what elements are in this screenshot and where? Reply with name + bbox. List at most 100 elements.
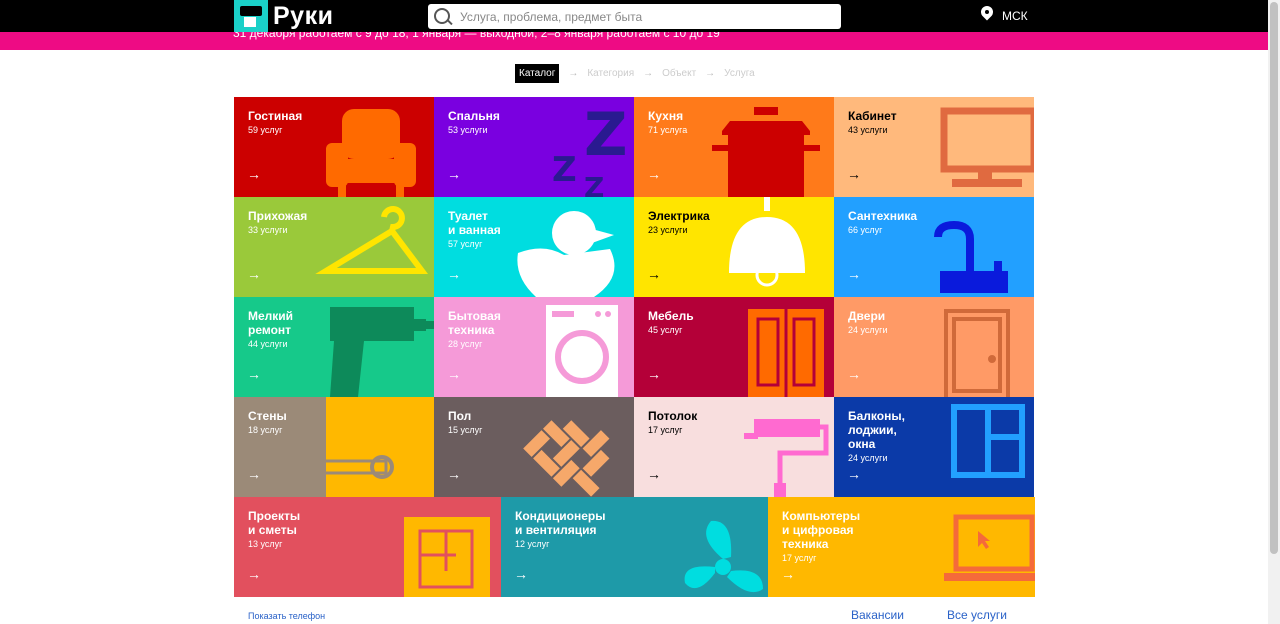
- category-count: 43 услуги: [848, 125, 888, 135]
- category-count: 23 услуги: [648, 225, 688, 235]
- category-tile[interactable]: Двери 24 услуги →: [834, 297, 1034, 397]
- logo-mark-icon: [234, 0, 268, 32]
- category-title: Кондиционеры и вентиляция 12 услуг: [515, 509, 606, 549]
- category-title: Прихожая 33 услуги: [248, 209, 338, 237]
- arrow-right-icon: →: [847, 366, 861, 382]
- arrow-right-icon: →: [247, 166, 261, 182]
- category-tile[interactable]: Компьютеры и цифровая техника 17 услуг →: [768, 497, 1035, 597]
- category-count: 66 услуг: [848, 225, 883, 235]
- arrow-right-icon: →: [514, 566, 528, 582]
- location-pin-icon: [980, 6, 994, 26]
- category-title: Двери 24 услуги: [848, 309, 938, 337]
- arrow-right-icon: →: [247, 566, 261, 582]
- category-grid: Гостиная 59 услуг → Z Z Z Спальня 53 услуги → Кух…: [234, 97, 1035, 597]
- category-count: 24 услуги: [848, 325, 888, 335]
- arrow-right-icon: →: [447, 366, 461, 382]
- category-tile[interactable]: Кондиционеры и вентиляция 12 услуг →: [501, 497, 768, 597]
- category-tile[interactable]: Кухня 71 услуга →: [634, 97, 834, 197]
- svg-text:Z: Z: [552, 150, 577, 190]
- notice-bar: 31 декабря работаем с 9 до 18, 1 января …: [0, 32, 1268, 50]
- logo[interactable]: Руки: [234, 0, 333, 32]
- category-title: Мебель 45 услуг: [648, 309, 738, 337]
- category-title: Сантехника 66 услуг: [848, 209, 938, 237]
- category-tile[interactable]: Электрика 23 услуги →: [634, 197, 834, 297]
- breadcrumb-category: Категория: [587, 68, 635, 79]
- arrow-right-icon: →: [847, 166, 861, 182]
- category-count: 18 услуг: [248, 425, 283, 435]
- category-count: 17 услуг: [648, 425, 683, 435]
- category-tile[interactable]: Гостиная 59 услуг →: [234, 97, 434, 197]
- category-title: Пол 15 услуг: [448, 409, 538, 437]
- arrow-right-icon: →: [247, 266, 261, 282]
- arrow-right-icon: →: [647, 366, 661, 382]
- category-tile[interactable]: Потолок 17 услуг →: [634, 397, 834, 497]
- breadcrumb-arrow-icon: →: [643, 68, 654, 79]
- category-title: Балконы, лоджии, окна 24 услуги: [848, 409, 938, 465]
- category-count: 24 услуги: [848, 453, 888, 463]
- arrow-right-icon: →: [847, 466, 861, 482]
- category-count: 59 услуг: [248, 125, 283, 135]
- arrow-right-icon: →: [447, 166, 461, 182]
- category-title: Кухня 71 услуга: [648, 109, 738, 137]
- arrow-right-icon: →: [781, 566, 795, 582]
- category-tile[interactable]: Пол 15 услуг →: [434, 397, 634, 497]
- breadcrumb-arrow-icon: →: [705, 68, 716, 79]
- category-count: 15 услуг: [448, 425, 483, 435]
- city-label: МСК: [1002, 9, 1028, 23]
- category-tile[interactable]: Туалет и ванная 57 услуг →: [434, 197, 634, 297]
- category-tile[interactable]: Кабинет 43 услуги →: [834, 97, 1034, 197]
- category-count: 13 услуг: [248, 539, 283, 549]
- category-tile[interactable]: Мебель 45 услуг →: [634, 297, 834, 397]
- city-selector[interactable]: МСК: [980, 6, 1028, 26]
- category-title: Кабинет 43 услуги: [848, 109, 938, 137]
- vacancies-link[interactable]: Вакансии: [851, 608, 904, 622]
- search-input[interactable]: [460, 9, 840, 24]
- category-title: Спальня 53 услуги: [448, 109, 538, 137]
- show-phone-link[interactable]: Показать телефон: [248, 611, 325, 621]
- logo-text: Руки: [273, 1, 334, 30]
- scrollbar-thumb[interactable]: [1270, 2, 1278, 554]
- category-count: 57 услуг: [448, 239, 483, 249]
- scrollbar[interactable]: [1268, 0, 1280, 624]
- category-title: Мелкий ремонт 44 услуги: [248, 309, 338, 351]
- category-title: Потолок 17 услуг: [648, 409, 738, 437]
- category-tile[interactable]: Проекты и сметы 13 услуг →: [234, 497, 501, 597]
- arrow-right-icon: →: [247, 366, 261, 382]
- category-count: 44 услуги: [248, 339, 288, 349]
- category-tile[interactable]: Прихожая 33 услуги →: [234, 197, 434, 297]
- all-services-link[interactable]: Все услуги: [947, 608, 1007, 622]
- breadcrumb: Каталог → Категория → Объект → Услуга: [515, 64, 755, 83]
- category-count: 45 услуг: [648, 325, 683, 335]
- holiday-notice: 31 декабря работаем с 9 до 18, 1 января …: [233, 32, 720, 40]
- arrow-right-icon: →: [247, 466, 261, 482]
- arrow-right-icon: →: [647, 466, 661, 482]
- search-box: [428, 4, 841, 29]
- svg-text:Z: Z: [584, 100, 628, 170]
- breadcrumb-catalog[interactable]: Каталог: [515, 64, 560, 83]
- arrow-right-icon: →: [647, 166, 661, 182]
- category-count: 33 услуги: [248, 225, 288, 235]
- arrow-right-icon: →: [647, 266, 661, 282]
- category-tile[interactable]: Z Z Z Спальня 53 услуги →: [434, 97, 634, 197]
- category-title: Проекты и сметы 13 услуг: [248, 509, 338, 551]
- category-title: Гостиная 59 услуг: [248, 109, 338, 137]
- breadcrumb-object: Объект: [662, 68, 697, 79]
- breadcrumb-arrow-icon: →: [568, 68, 579, 79]
- category-count: 12 услуг: [515, 539, 550, 549]
- category-tile[interactable]: Балконы, лоджии, окна 24 услуги →: [834, 397, 1034, 497]
- category-tile[interactable]: Мелкий ремонт 44 услуги →: [234, 297, 434, 397]
- category-count: 53 услуги: [448, 125, 488, 135]
- arrow-right-icon: →: [447, 466, 461, 482]
- category-tile[interactable]: Сантехника 66 услуг →: [834, 197, 1034, 297]
- arrow-right-icon: →: [847, 266, 861, 282]
- category-title: Туалет и ванная 57 услуг: [448, 209, 538, 251]
- category-count: 17 услуг: [782, 553, 817, 563]
- svg-text:Z: Z: [584, 171, 604, 197]
- category-tile[interactable]: Стены 18 услуг →: [234, 397, 434, 497]
- category-title: Электрика 23 услуги: [648, 209, 738, 237]
- category-title: Стены 18 услуг: [248, 409, 338, 437]
- category-tile[interactable]: Бытовая техника 28 услуг →: [434, 297, 634, 397]
- category-count: 28 услуг: [448, 339, 483, 349]
- category-title: Компьютеры и цифровая техника 17 услуг: [782, 509, 872, 565]
- search-icon[interactable]: [432, 6, 454, 28]
